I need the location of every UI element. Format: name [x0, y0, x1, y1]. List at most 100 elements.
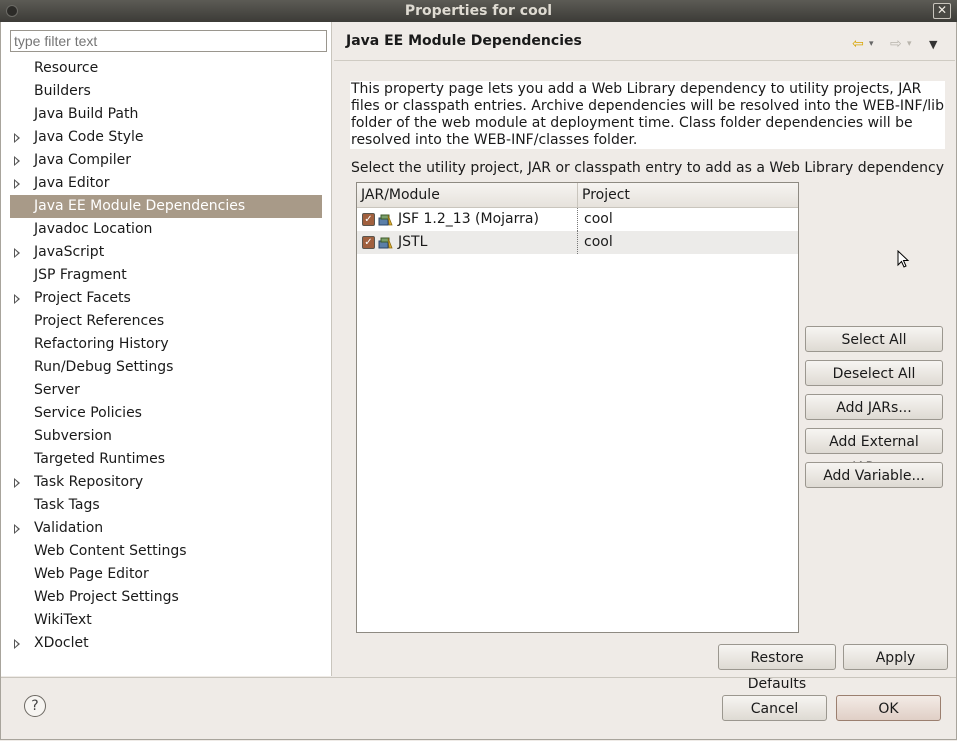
tree-item-label: XDoclet	[34, 635, 89, 651]
add-jars-button[interactable]: Add JARs...	[805, 394, 943, 420]
table-row[interactable]: ✓ JSTL cool	[357, 231, 798, 254]
tree-item-targeted-runtimes[interactable]: Targeted Runtimes	[1, 448, 331, 471]
tree-item-label: Javadoc Location	[34, 221, 153, 237]
tree-item-label: Project Facets	[34, 290, 131, 306]
tree-item-subversion[interactable]: Subversion	[1, 425, 331, 448]
expand-arrow-icon[interactable]	[14, 156, 20, 166]
tree-item-label: JSP Fragment	[34, 267, 127, 283]
add-variable-button[interactable]: Add Variable...	[805, 462, 943, 488]
filter-input[interactable]	[10, 30, 327, 52]
tree-item-label: Java Compiler	[34, 152, 132, 168]
tree-item-label: Resource	[34, 60, 99, 76]
dependencies-table[interactable]: JAR/Module Project ✓ JSF 1.2_13 (Mojarra…	[356, 182, 799, 633]
tree-item-label: Java EE Module Dependencies	[34, 198, 246, 214]
select-all-button[interactable]: Select All	[805, 326, 943, 352]
close-icon[interactable]: ✕	[933, 3, 951, 19]
ok-button[interactable]: OK	[836, 695, 941, 721]
tree-item-label: Java Code Style	[34, 129, 144, 145]
add-external-jars-button[interactable]: Add External JARs...	[805, 428, 943, 476]
apply-button[interactable]: Apply	[843, 644, 948, 670]
tree-item-label: Task Tags	[34, 497, 100, 513]
tree-item-label: Service Policies	[34, 405, 142, 421]
table-header: JAR/Module Project	[357, 183, 798, 208]
cancel-button[interactable]: Cancel	[722, 695, 827, 721]
deselect-all-button[interactable]: Deselect All	[805, 360, 943, 386]
tree-item-label: Builders	[34, 83, 91, 99]
expand-arrow-icon[interactable]	[14, 294, 20, 304]
tree-item-builders[interactable]: Builders	[1, 80, 331, 103]
forward-dropdown-icon[interactable]: ▾	[907, 39, 912, 49]
tree-item-web-project-settings[interactable]: Web Project Settings	[1, 586, 331, 609]
tree-item-label: Run/Debug Settings	[34, 359, 174, 375]
checkbox-icon[interactable]: ✓	[362, 213, 375, 226]
table-row[interactable]: ✓ JSF 1.2_13 (Mojarra) cool	[357, 208, 798, 231]
tree-item-jsp-fragment[interactable]: JSP Fragment	[1, 264, 331, 287]
tree-item-resource[interactable]: Resource	[1, 57, 331, 80]
column-header-jar-module[interactable]: JAR/Module	[357, 183, 578, 207]
expand-arrow-icon[interactable]	[14, 639, 20, 649]
window-menu-icon[interactable]	[6, 5, 18, 17]
properties-tree: Resource Builders Java Build Path Java Code…	[1, 57, 331, 655]
tree-item-label: Java Build Path	[34, 106, 139, 122]
expand-arrow-icon[interactable]	[14, 248, 20, 258]
window-title: Properties for cool	[404, 3, 553, 19]
tree-item-service-policies[interactable]: Service Policies	[1, 402, 331, 425]
project-name: cool	[584, 211, 613, 227]
expand-arrow-icon[interactable]	[14, 478, 20, 488]
tree-item-label: Targeted Runtimes	[34, 451, 166, 467]
jar-module-name: JSTL	[398, 234, 428, 250]
tree-item-label: Java Editor	[34, 175, 110, 191]
select-instruction-label: Select the utility project, JAR or class…	[351, 160, 944, 176]
tree-item-validation[interactable]: Validation	[1, 517, 331, 540]
restore-defaults-button[interactable]: Restore Defaults	[718, 644, 836, 692]
tree-item-web-page-editor[interactable]: Web Page Editor	[1, 563, 331, 586]
tree-item-label: Task Repository	[34, 474, 144, 490]
tree-item-web-content-settings[interactable]: Web Content Settings	[1, 540, 331, 563]
jar-module-cell: ✓ JSF 1.2_13 (Mojarra)	[357, 208, 578, 231]
tree-item-javascript[interactable]: JavaScript	[1, 241, 331, 264]
tree-item-java-compiler[interactable]: Java Compiler	[1, 149, 331, 172]
tree-item-label: Refactoring History	[34, 336, 169, 352]
tree-item-label: Server	[34, 382, 80, 398]
jar-module-cell: ✓ JSTL	[357, 231, 578, 254]
tree-item-label: Subversion	[34, 428, 112, 444]
tree-item-java-editor[interactable]: Java Editor	[1, 172, 331, 195]
properties-nav-panel: Resource Builders Java Build Path Java Code…	[1, 22, 332, 676]
expand-arrow-icon[interactable]	[14, 133, 20, 143]
tree-item-task-repository[interactable]: Task Repository	[1, 471, 331, 494]
mouse-cursor-icon	[897, 250, 910, 268]
header-separator	[334, 60, 955, 61]
view-menu-icon[interactable]: ▼	[929, 38, 937, 51]
expand-arrow-icon[interactable]	[14, 524, 20, 534]
tree-item-server[interactable]: Server	[1, 379, 331, 402]
project-name: cool	[584, 234, 613, 250]
tree-item-label: Web Content Settings	[34, 543, 187, 559]
library-icon	[378, 214, 393, 226]
tree-item-project-facets[interactable]: Project Facets	[1, 287, 331, 310]
tree-item-label: WikiText	[34, 612, 92, 628]
back-dropdown-icon[interactable]: ▾	[869, 39, 874, 49]
column-header-project[interactable]: Project	[578, 183, 792, 207]
forward-arrow-icon[interactable]: ⇨	[890, 36, 902, 52]
help-icon[interactable]: ?	[24, 695, 46, 717]
tree-item-project-references[interactable]: Project References	[1, 310, 331, 333]
tree-item-run-debug-settings[interactable]: Run/Debug Settings	[1, 356, 331, 379]
page-title: Java EE Module Dependencies	[346, 33, 582, 49]
tree-item-label: Validation	[34, 520, 104, 536]
tree-item-java-code-style[interactable]: Java Code Style	[1, 126, 331, 149]
tree-item-refactoring-history[interactable]: Refactoring History	[1, 333, 331, 356]
tree-item-xdoclet[interactable]: XDoclet	[1, 632, 331, 655]
tree-item-label: Web Project Settings	[34, 589, 179, 605]
checkbox-icon[interactable]: ✓	[362, 236, 375, 249]
back-arrow-icon[interactable]: ⇦	[852, 36, 864, 52]
tree-item-label: Project References	[34, 313, 165, 329]
tree-item-label: JavaScript	[34, 244, 105, 260]
tree-item-wikitext[interactable]: WikiText	[1, 609, 331, 632]
tree-item-java-build-path[interactable]: Java Build Path	[1, 103, 331, 126]
tree-item-java-ee-module-dependencies[interactable]: Java EE Module Dependencies	[10, 195, 322, 218]
tree-item-javadoc-location[interactable]: Javadoc Location	[1, 218, 331, 241]
tree-item-task-tags[interactable]: Task Tags	[1, 494, 331, 517]
expand-arrow-icon[interactable]	[14, 179, 20, 189]
page-description: This property page lets you add a Web Li…	[350, 81, 945, 149]
tree-item-label: Web Page Editor	[34, 566, 149, 582]
